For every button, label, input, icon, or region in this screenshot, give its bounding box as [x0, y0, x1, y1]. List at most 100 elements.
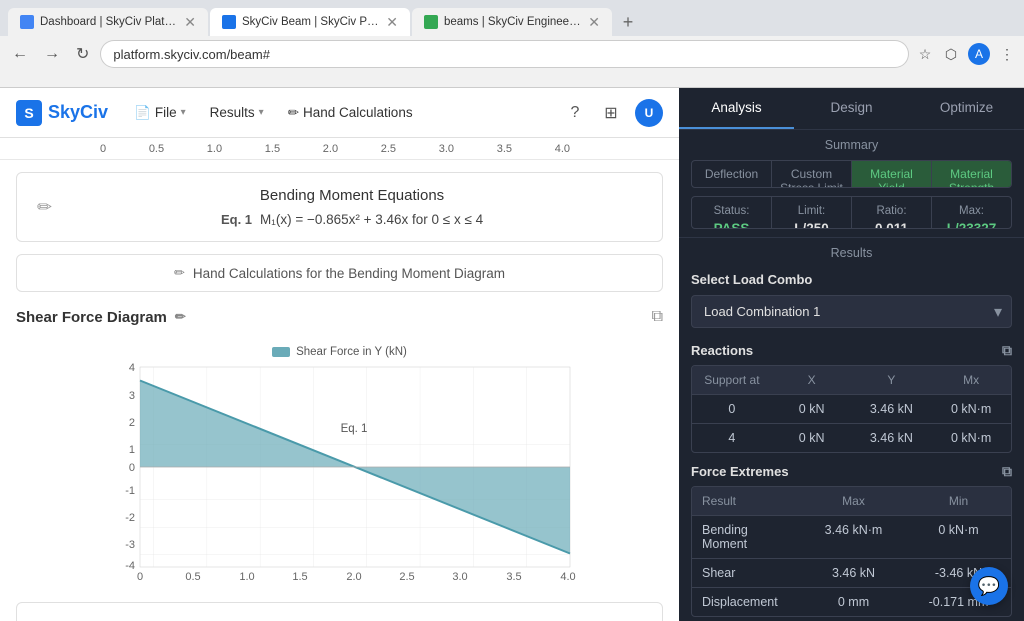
bm-card-pencil-icon: ✏ — [37, 197, 52, 218]
tab-2[interactable]: SkyCiv Beam | SkyCiv Platform ✕ — [210, 8, 410, 36]
toolbar-icons: ? ⊞ U — [563, 99, 663, 127]
r-x-0: 0 kN — [772, 395, 852, 423]
reactions-row-1: 4 0 kN 3.46 kN 0 kN·m — [692, 423, 1011, 452]
app-toolbar: S SkyCiv 📄 File ▾ Results ▾ ✏ Hand Calcu… — [0, 88, 679, 138]
file-label: File — [155, 105, 177, 120]
extension-icon[interactable]: ⬡ — [942, 45, 960, 63]
force-table: Result Max Min Bending Moment 3.46 kN·m … — [691, 486, 1012, 617]
bm-card-title: Bending Moment Equations — [62, 187, 642, 204]
scale-marks: 0 0.5 1.0 1.5 2.0 2.5 3.0 3.5 4.0 — [100, 143, 570, 155]
results-label: Results — [210, 105, 255, 120]
badge-deflection[interactable]: Deflection — [692, 161, 772, 187]
force-extremes-label: Force Extremes ⧉ — [691, 463, 1012, 480]
load-combo-wrapper: Load Combination 1 — [691, 295, 1012, 328]
tab-analysis[interactable]: Analysis — [679, 88, 794, 129]
hand-calculations-menu[interactable]: ✏ Hand Calculations — [278, 101, 423, 125]
f-max-1: 3.46 kN — [801, 559, 906, 587]
tab-3[interactable]: beams | SkyCiv Engineering ✕ — [412, 8, 612, 36]
help-icon[interactable]: ? — [563, 101, 587, 125]
tab-2-close[interactable]: ✕ — [386, 14, 398, 31]
status-value: PASS — [698, 221, 765, 229]
tab-bar: Dashboard | SkyCiv Platform ✕ SkyCiv Bea… — [0, 0, 1024, 36]
reload-button[interactable]: ↻ — [72, 40, 93, 68]
svg-text:Eq. 1: Eq. 1 — [340, 423, 367, 435]
copy-icon[interactable]: ⧉ — [652, 308, 663, 326]
svg-text:3.0: 3.0 — [452, 571, 467, 582]
force-row-1: Shear 3.46 kN -3.46 kN — [692, 558, 1011, 587]
results-menu[interactable]: Results ▾ — [200, 101, 274, 124]
url-input[interactable] — [101, 41, 908, 67]
badge-custom-stress[interactable]: Custom Stress Limit — [772, 161, 852, 187]
f-max-2: 0 mm — [801, 588, 906, 616]
load-combo-select[interactable]: Load Combination 1 — [691, 295, 1012, 328]
hand-calc-label: Hand Calculations for the Bending Moment… — [193, 266, 505, 281]
limit-label: Limit: — [778, 205, 845, 217]
new-tab-button[interactable]: + — [614, 8, 642, 36]
hand-calc-button[interactable]: ✏ Hand Calculations for the Bending Mome… — [16, 254, 663, 292]
scale-3.0: 3.0 — [439, 143, 454, 155]
shear-chart-svg: 4 3 2 1 0 -1 -2 -3 -4 0 0.5 1. — [100, 362, 580, 582]
scale-2.0: 2.0 — [323, 143, 338, 155]
grid-icon[interactable]: ⊞ — [599, 101, 623, 125]
r-mx-0: 0 kN·m — [931, 395, 1011, 423]
eq-label: Eq. 1 — [221, 212, 252, 227]
user-avatar[interactable]: U — [635, 99, 663, 127]
f-header-max: Max — [801, 487, 906, 515]
tab-2-title: SkyCiv Beam | SkyCiv Platform — [242, 16, 380, 28]
reactions-section: Reactions ⧉ Support at X Y Mx 0 0 kN 3.4… — [679, 336, 1024, 457]
scale-1.5: 1.5 — [265, 143, 280, 155]
address-bar: ← → ↻ ☆ ⬡ A ⋮ — [0, 36, 1024, 72]
tab-3-close[interactable]: ✕ — [588, 14, 600, 31]
f-result-0: Bending Moment — [692, 516, 801, 558]
force-copy-icon[interactable]: ⧉ — [1002, 463, 1012, 480]
tab-1-title: Dashboard | SkyCiv Platform — [40, 16, 178, 28]
f-result-2: Displacement — [692, 588, 801, 616]
svg-text:0: 0 — [136, 571, 142, 582]
load-combo-value: Load Combination 1 — [704, 304, 820, 319]
svg-text:0: 0 — [128, 462, 134, 474]
forward-button[interactable]: → — [40, 41, 64, 67]
shear-equations-card: ✏ Shear Force Equations — [16, 602, 663, 621]
badge-material-strength[interactable]: Material Strength — [932, 161, 1011, 187]
scale-bar: 0 0.5 1.0 1.5 2.0 2.5 3.0 3.5 4.0 — [0, 138, 679, 160]
svg-text:3.5: 3.5 — [506, 571, 521, 582]
section-title-bar: Shear Force Diagram ✏ ⧉ — [16, 308, 663, 326]
svg-text:-1: -1 — [125, 485, 135, 497]
tab-design[interactable]: Design — [794, 88, 909, 129]
shear-force-title: Shear Force Diagram ✏ — [16, 309, 186, 326]
scale-0.5: 0.5 — [149, 143, 164, 155]
pass-fail-row: Status: PASS Limit: L/250 Ratio: 0.011 M… — [692, 197, 1011, 229]
back-button[interactable]: ← — [8, 41, 32, 67]
status-cell: Status: PASS — [692, 197, 772, 229]
tab-1-close[interactable]: ✕ — [184, 14, 196, 31]
brand: S SkyCiv — [16, 100, 108, 126]
scale-3.5: 3.5 — [497, 143, 512, 155]
toolbar-menu: 📄 File ▾ Results ▾ ✏ Hand Calculations — [124, 101, 423, 125]
reactions-header: Support at X Y Mx — [692, 366, 1011, 394]
svg-text:-2: -2 — [125, 512, 135, 524]
shear-title-edit-icon[interactable]: ✏ — [175, 309, 186, 325]
reactions-copy-icon[interactable]: ⧉ — [1002, 342, 1012, 359]
badge-material-yield[interactable]: Material Yield — [852, 161, 932, 187]
results-header: Results — [679, 237, 1024, 264]
hand-calc-pencil-icon: ✏ — [174, 265, 185, 281]
svg-text:3: 3 — [128, 390, 134, 402]
svg-text:2.0: 2.0 — [346, 571, 361, 582]
tab-1[interactable]: Dashboard | SkyCiv Platform ✕ — [8, 8, 208, 36]
shear-force-title-text: Shear Force Diagram — [16, 309, 167, 326]
chat-bubble[interactable]: 💬 — [970, 567, 1008, 605]
scale-4.0: 4.0 — [555, 143, 570, 155]
bookmark-icon[interactable]: ☆ — [916, 45, 934, 63]
file-icon: 📄 — [134, 105, 151, 121]
profile-icon[interactable]: A — [968, 43, 990, 65]
r-support-1: 4 — [692, 424, 772, 452]
tab-optimize[interactable]: Optimize — [909, 88, 1024, 129]
max-cell: Max: L/23327 — [932, 197, 1011, 229]
chart-area: 4 3 2 1 0 -1 -2 -3 -4 0 0.5 1. — [100, 362, 580, 582]
svg-text:2: 2 — [128, 417, 134, 429]
svg-text:0.5: 0.5 — [185, 571, 200, 582]
bending-moment-card: ✏ Bending Moment Equations Eq. 1 M₁(x) =… — [16, 172, 663, 242]
file-caret: ▾ — [181, 107, 186, 118]
file-menu[interactable]: 📄 File ▾ — [124, 101, 196, 125]
menu-icon[interactable]: ⋮ — [998, 45, 1016, 63]
